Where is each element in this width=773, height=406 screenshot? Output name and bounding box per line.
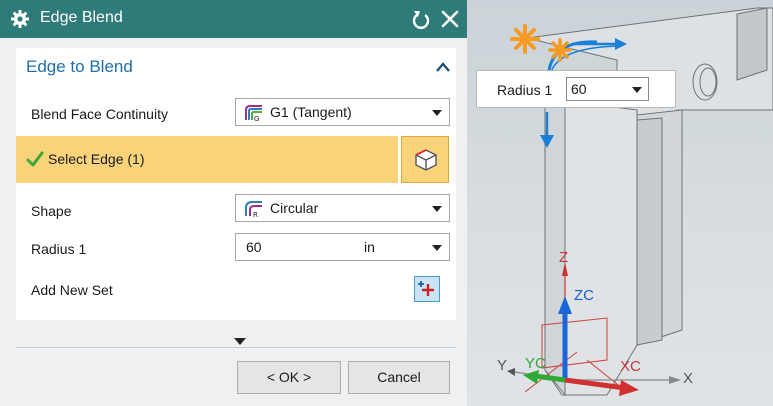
- add-set-icon: [418, 281, 434, 296]
- edge-blend-dialog: Edge Blend Edge to Blend Blend Face Cont…: [0, 0, 467, 406]
- zc-axis-label: ZC: [574, 287, 594, 304]
- part-model: [507, 7, 773, 397]
- radius-unit: in: [364, 239, 375, 255]
- add-set-label: Add New Set: [31, 282, 113, 298]
- radius-value[interactable]: 60: [246, 239, 262, 255]
- add-new-set-button[interactable]: [414, 276, 440, 302]
- separator: [16, 347, 456, 348]
- popup-radius-value[interactable]: 60: [571, 81, 587, 97]
- x-axis-label: X: [683, 370, 694, 387]
- select-edge-row[interactable]: Select Edge (1): [16, 136, 398, 183]
- ok-button[interactable]: < OK >: [237, 361, 341, 394]
- shape-label: Shape: [31, 203, 72, 219]
- dialog-titlebar: Edge Blend: [0, 0, 467, 38]
- circular-shape-icon: R: [245, 201, 262, 218]
- select-edge-button[interactable]: [401, 136, 449, 183]
- gear-icon[interactable]: [10, 9, 30, 29]
- tangent-blend-icon: G: [245, 105, 262, 122]
- continuity-select[interactable]: G G1 (Tangent): [235, 98, 450, 126]
- continuity-label: Blend Face Continuity: [31, 106, 168, 122]
- popup-radius-label: Radius 1: [497, 82, 553, 98]
- chevron-down-icon[interactable]: [632, 87, 642, 93]
- continuity-value: G1 (Tangent): [270, 104, 352, 120]
- xc-axis-label: XC: [620, 358, 641, 375]
- close-icon[interactable]: [439, 8, 461, 30]
- chevron-down-icon: [432, 206, 442, 212]
- edge-to-blend-group: Edge to Blend: [16, 48, 456, 320]
- checkmark-icon: [26, 151, 44, 167]
- cube-icon: [415, 149, 437, 171]
- radius-label: Radius 1: [31, 241, 87, 257]
- select-edge-label: Select Edge (1): [48, 151, 145, 167]
- more-options-arrow-icon[interactable]: [234, 338, 246, 345]
- svg-text:R: R: [253, 211, 258, 218]
- chevron-down-icon: [432, 110, 442, 116]
- reset-icon[interactable]: [411, 8, 431, 30]
- popup-radius-field[interactable]: 60: [566, 77, 649, 101]
- chevron-down-icon[interactable]: [432, 245, 442, 251]
- dialog-title: Edge Blend: [40, 9, 123, 26]
- shape-select[interactable]: R Circular: [235, 194, 450, 222]
- radius-input[interactable]: 60 in: [235, 233, 450, 261]
- chevron-up-icon[interactable]: [436, 62, 450, 72]
- svg-text:G: G: [254, 115, 259, 122]
- blend-handle-icon: [510, 24, 572, 62]
- cancel-button[interactable]: Cancel: [348, 361, 450, 394]
- yc-axis-label: YC: [525, 355, 546, 372]
- radius-onscreen-input: Radius 1 60: [476, 70, 676, 108]
- shape-value: Circular: [270, 200, 319, 216]
- y-axis-label: Y: [497, 357, 508, 374]
- z-axis-label: Z: [559, 249, 569, 266]
- group-heading: Edge to Blend: [26, 57, 133, 76]
- graphics-viewport[interactable]: Z ZC Y YC XC X Radius 1 60: [467, 0, 773, 406]
